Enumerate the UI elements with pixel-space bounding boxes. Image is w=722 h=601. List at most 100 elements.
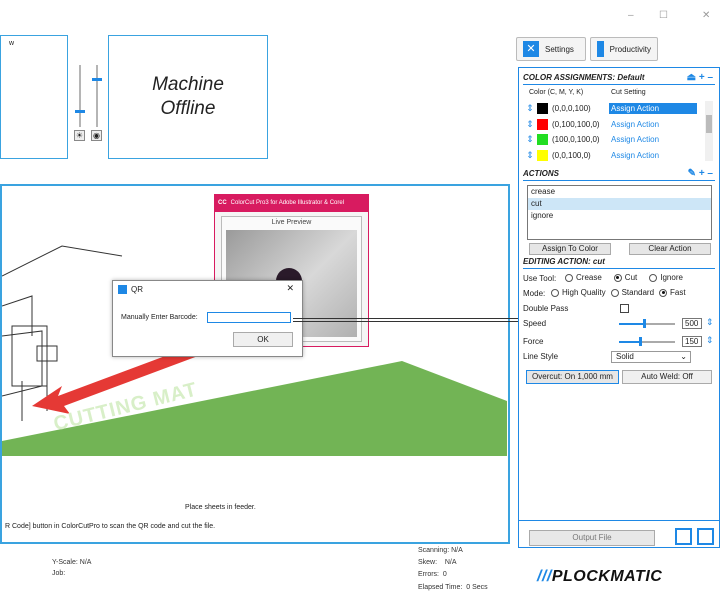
mode-label: Mode: bbox=[523, 289, 546, 298]
qr-dialog: QR ✕ Manually Enter Barcode: OK bbox=[112, 280, 303, 357]
barcode-input[interactable] bbox=[207, 312, 291, 323]
reorder-arrows-icon[interactable]: ⇕ bbox=[523, 103, 537, 114]
radio-ignore[interactable]: Ignore bbox=[649, 273, 683, 282]
brand-slashes: /// bbox=[537, 568, 552, 585]
maximize-button[interactable]: ☐ bbox=[659, 10, 668, 21]
radio-label: Fast bbox=[670, 288, 686, 298]
clear-action-button[interactable]: Clear Action bbox=[629, 243, 711, 255]
instruction-line-1: Place sheets in feeder. bbox=[185, 504, 256, 511]
radio-icon bbox=[649, 273, 658, 282]
mode-row: Mode: High Quality Standard Fast bbox=[523, 286, 691, 301]
live-preview-label: Live Preview bbox=[271, 219, 312, 226]
reorder-arrows-icon[interactable]: ⇕ bbox=[523, 119, 537, 130]
assign-action-cell[interactable]: Assign Action bbox=[609, 134, 697, 145]
errors-status: Errors: 0 bbox=[418, 571, 447, 578]
radio-icon bbox=[659, 288, 668, 297]
color-swatch bbox=[537, 149, 548, 161]
double-pass-label: Double Pass bbox=[523, 304, 569, 313]
line-style-row: Line Style bbox=[523, 349, 558, 364]
editing-header: EDITING ACTION: cut bbox=[523, 257, 715, 269]
camera-view-label: w bbox=[9, 40, 15, 47]
auto-weld-button[interactable]: Auto Weld: Off bbox=[622, 370, 712, 384]
ok-button[interactable]: OK bbox=[233, 332, 293, 347]
color-assignments-title: COLOR ASSIGNMENTS: Default bbox=[523, 73, 645, 82]
color-row[interactable]: ⇕ (100,0,100,0) bbox=[523, 132, 600, 147]
assign-action-cell[interactable]: Assign Action bbox=[609, 119, 697, 130]
productivity-icon bbox=[597, 41, 604, 57]
qr-app-icon bbox=[118, 284, 127, 294]
productivity-button[interactable]: Productivity bbox=[590, 37, 658, 61]
chevron-down-icon: ⌄ bbox=[680, 352, 687, 361]
color-scrollbar[interactable] bbox=[705, 101, 713, 161]
overcut-button[interactable]: Overcut: On 1,000 mm bbox=[526, 370, 619, 384]
pointer-line bbox=[293, 318, 519, 319]
action-item[interactable]: crease bbox=[528, 186, 711, 198]
reorder-arrows-icon[interactable]: ⇕ bbox=[523, 150, 537, 161]
elapsed-status: Elapsed Time: 0 Secs bbox=[418, 584, 488, 591]
pointer-line-2 bbox=[293, 321, 519, 322]
status-line-2: Offline bbox=[160, 98, 216, 119]
close-button[interactable]: ✕ bbox=[702, 10, 710, 21]
force-row: Force bbox=[523, 334, 543, 349]
line-style-label: Line Style bbox=[523, 352, 559, 361]
job-status: Job: bbox=[52, 570, 66, 577]
tools-icon: ✕ bbox=[523, 41, 539, 57]
actions-edit-icon[interactable]: ✎ + – bbox=[688, 168, 713, 179]
radio-icon bbox=[551, 288, 559, 297]
assign-to-color-button[interactable]: Assign To Color bbox=[529, 243, 611, 255]
output-file-button[interactable]: Output File bbox=[529, 530, 655, 546]
line-style-select[interactable]: Solid ⌄ bbox=[611, 351, 691, 363]
reorder-arrows-icon[interactable]: ⇕ bbox=[523, 134, 537, 145]
productivity-label: Productivity bbox=[609, 44, 651, 54]
contrast-icon[interactable]: ◉ bbox=[91, 130, 102, 141]
double-pass-row: Double Pass bbox=[523, 301, 629, 316]
color-row[interactable]: ⇕ (0,0,0,100) bbox=[523, 101, 591, 116]
status-line-1: Machine bbox=[152, 74, 224, 95]
app-badge: CC bbox=[218, 200, 227, 206]
scan-qr-icon[interactable] bbox=[697, 528, 714, 545]
double-pass-checkbox[interactable] bbox=[620, 304, 629, 313]
qr-close-button[interactable]: ✕ bbox=[286, 283, 294, 294]
color-swatch bbox=[537, 118, 548, 130]
camera-view-box: w bbox=[0, 35, 68, 159]
line-style-value: Solid bbox=[616, 352, 634, 361]
action-item[interactable]: cut bbox=[528, 198, 711, 210]
radio-cut[interactable]: Cut bbox=[613, 273, 637, 282]
color-assignments-actions-icon[interactable]: ⏏ + – bbox=[687, 72, 713, 83]
assign-action-cell[interactable]: Assign Action bbox=[609, 150, 697, 161]
y-scale-status: Y-Scale: N/A bbox=[52, 559, 92, 566]
action-item[interactable]: ignore bbox=[528, 210, 711, 222]
radio-crease[interactable]: Crease bbox=[565, 273, 602, 282]
radio-high-quality[interactable]: High Quality bbox=[551, 288, 606, 297]
radio-icon bbox=[610, 288, 619, 297]
machine-status-box: Machine Offline bbox=[108, 35, 268, 159]
skew-status: Skew: N/A bbox=[418, 559, 457, 566]
radio-label: Ignore bbox=[660, 273, 683, 283]
force-label: Force bbox=[523, 337, 544, 346]
actions-list[interactable]: crease cut ignore bbox=[527, 185, 712, 240]
color-row[interactable]: ⇕ (0,100,100,0) bbox=[523, 117, 600, 132]
minimize-button[interactable]: – bbox=[628, 10, 634, 21]
preview-title: ColorCut Pro3 for Adobe Illustrator & Co… bbox=[230, 200, 345, 206]
radio-standard[interactable]: Standard bbox=[610, 288, 654, 297]
settings-label: Settings bbox=[545, 44, 574, 54]
color-value: (0,0,0,100) bbox=[552, 104, 591, 113]
radio-fast[interactable]: Fast bbox=[659, 288, 686, 297]
scanning-status: Scanning: N/A bbox=[418, 547, 463, 554]
save-icon[interactable] bbox=[675, 528, 692, 545]
tool-row: Use Tool: Crease Cut Ignore bbox=[523, 271, 695, 286]
speed-row: Speed bbox=[523, 316, 546, 331]
qr-title: QR bbox=[131, 284, 143, 294]
speed-spinner-icon[interactable]: ⇕ bbox=[706, 317, 714, 328]
radio-icon bbox=[613, 273, 622, 282]
force-value[interactable]: 150 bbox=[682, 336, 702, 347]
color-row[interactable]: ⇕ (0,0,100,0) bbox=[523, 148, 591, 163]
brightness-icon[interactable]: ☀ bbox=[74, 130, 85, 141]
barcode-field-label: Manually Enter Barcode: bbox=[121, 314, 198, 321]
instruction-line-2: R Code] button in ColorCutPro to scan th… bbox=[5, 523, 216, 530]
speed-value[interactable]: 500 bbox=[682, 318, 702, 329]
radio-icon bbox=[565, 273, 573, 282]
force-spinner-icon[interactable]: ⇕ bbox=[706, 335, 714, 346]
assign-action-cell[interactable]: Assign Action bbox=[609, 103, 697, 114]
settings-button[interactable]: ✕ Settings bbox=[516, 37, 586, 61]
